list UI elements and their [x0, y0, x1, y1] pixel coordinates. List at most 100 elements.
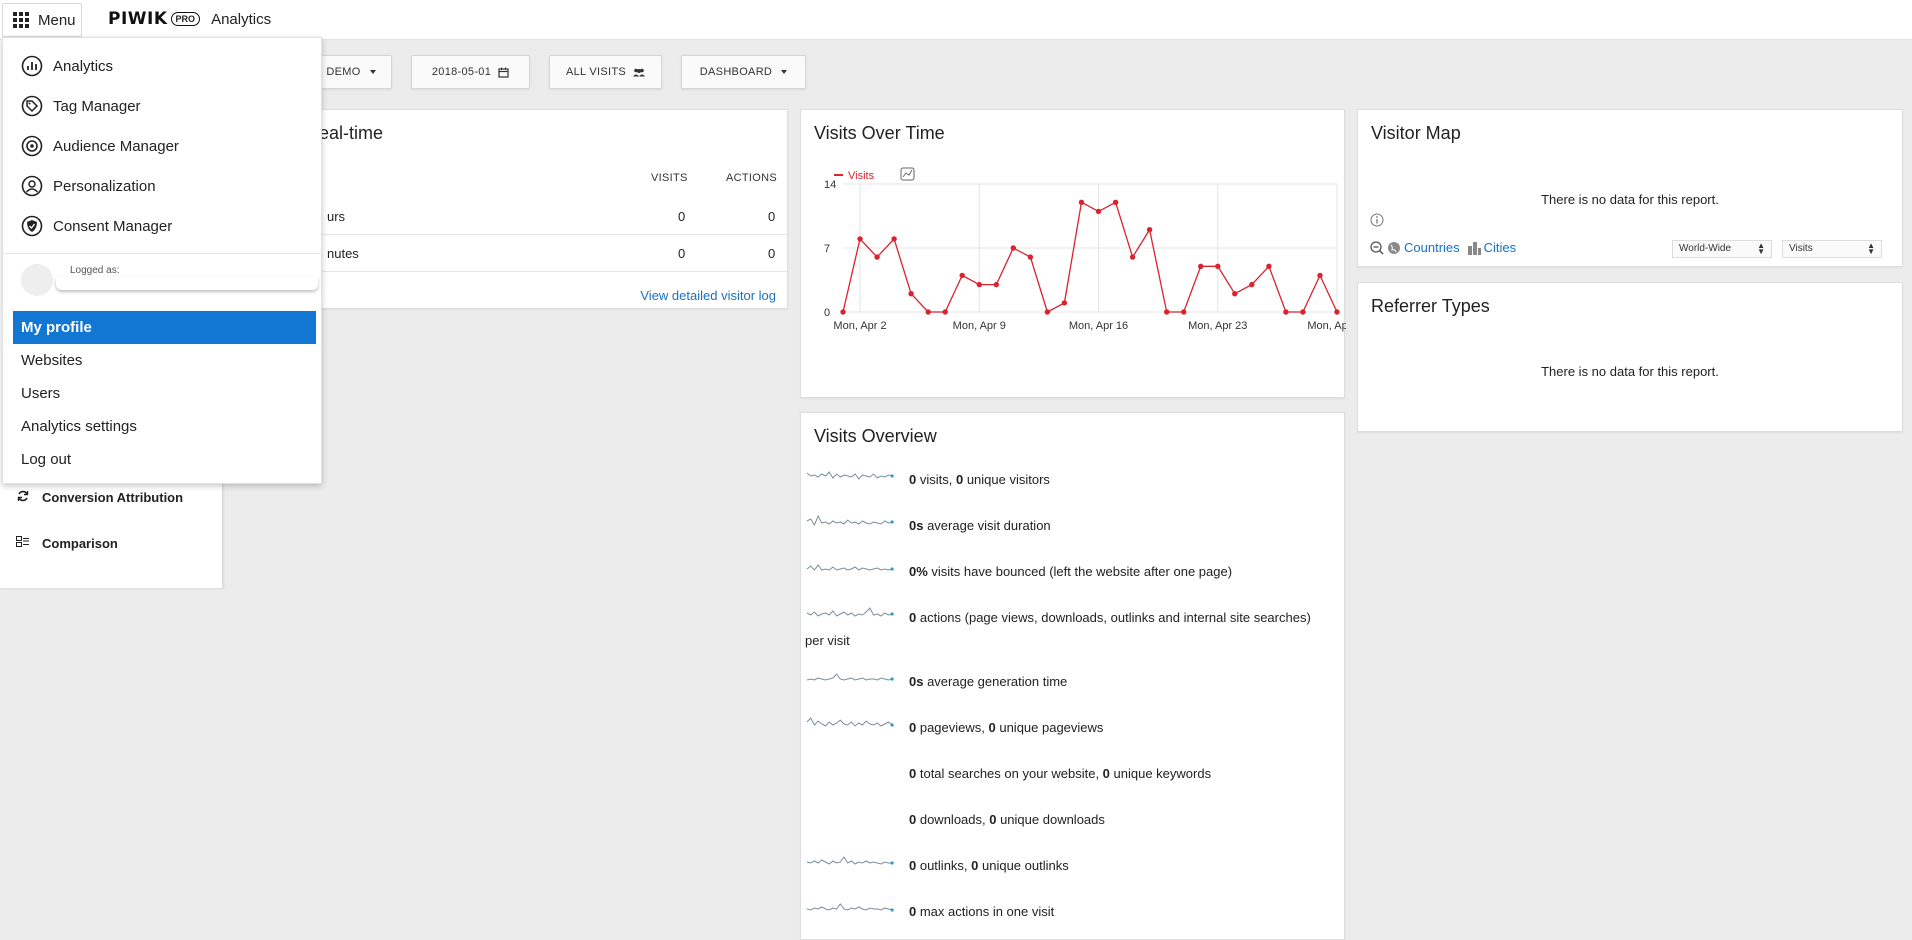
data-point[interactable] [1095, 208, 1102, 215]
sparkline-icon[interactable] [805, 557, 897, 583]
data-point[interactable] [1215, 263, 1221, 269]
date-selector[interactable]: 2018-05-01 [411, 55, 530, 89]
updown-icon: ▲ ▼ [1757, 241, 1765, 256]
row-label: urs [327, 209, 346, 224]
row-actions: 0 [768, 209, 776, 224]
data-point[interactable] [908, 291, 914, 297]
comparison-icon [16, 536, 30, 551]
menu-app-label: Personalization [53, 177, 156, 195]
data-point[interactable] [840, 309, 846, 315]
sparkline-icon[interactable] [805, 603, 897, 629]
brand-pro-badge: PRO [170, 12, 201, 26]
grid-menu-icon [13, 12, 29, 28]
data-point[interactable] [1249, 281, 1255, 288]
data-point[interactable] [976, 281, 982, 288]
data-point[interactable] [1266, 263, 1272, 269]
x-tick-label: Mon, Apr 2 [833, 320, 886, 332]
cities-link[interactable]: Cities [1484, 240, 1517, 255]
chart-type-icon[interactable] [900, 167, 915, 181]
sparkline-icon[interactable] [805, 465, 897, 491]
data-point[interactable] [1044, 309, 1051, 315]
overview-label: average generation time [923, 674, 1068, 689]
menu-app-audience-manager[interactable]: Audience Manager [21, 135, 179, 157]
overview-value: 0s [909, 674, 924, 689]
x-tick-label: Mon, Apr 16 [1069, 320, 1128, 332]
data-point[interactable] [1232, 291, 1238, 297]
data-point[interactable] [874, 254, 880, 260]
sparkline-icon[interactable] [805, 667, 897, 693]
metric-select[interactable]: Visits ▲ ▼ [1782, 240, 1882, 258]
overview-text: 0 outlinks, 0 unique outlinks [909, 858, 1069, 873]
data-point[interactable] [1010, 245, 1016, 251]
overview-text: 0s average generation time [909, 674, 1067, 689]
menu-button[interactable]: Menu [2, 3, 82, 37]
site-selector-label: DEMO [326, 66, 361, 78]
referrer-types-widget: Referrer Types There is no data for this… [1357, 282, 1903, 432]
data-point[interactable] [993, 281, 999, 288]
visitor-log-link[interactable]: View detailed visitor log [640, 288, 776, 303]
sparkline-icon[interactable] [805, 851, 897, 877]
data-point[interactable] [925, 309, 931, 315]
caret-down-icon [781, 70, 788, 74]
data-point[interactable] [1164, 309, 1170, 315]
menu-divider [3, 253, 321, 254]
row-label: nutes [327, 246, 359, 261]
data-point[interactable] [1198, 263, 1204, 269]
data-point[interactable] [1027, 254, 1034, 260]
tag-icon [21, 95, 43, 117]
site-selector[interactable]: DEMO [310, 55, 392, 89]
x-tick-label: Mon, Apr 23 [1188, 320, 1247, 332]
logged-user-field [56, 277, 318, 290]
data-point[interactable] [959, 272, 965, 279]
data-point[interactable] [1317, 272, 1323, 279]
sidebar-item-conversion-attribution[interactable]: Conversion Attribution [16, 490, 183, 505]
data-point[interactable] [1078, 199, 1085, 205]
menu-app-personalization[interactable]: Personalization [21, 175, 156, 197]
sparkline-icon[interactable] [805, 897, 897, 923]
menu-app-analytics[interactable]: Analytics [21, 55, 113, 77]
avatar [21, 264, 53, 296]
brand-logo[interactable]: PIWIK PRO Analytics [108, 9, 271, 29]
menu-app-tag-manager[interactable]: Tag Manager [21, 95, 141, 117]
data-point[interactable] [857, 236, 863, 242]
data-point[interactable] [1146, 227, 1153, 233]
countries-link[interactable]: Countries [1404, 240, 1460, 255]
menu-app-label: Tag Manager [53, 97, 141, 115]
logged-as-label: Logged as: [70, 265, 120, 276]
data-point[interactable] [1300, 309, 1306, 315]
sparkline-icon[interactable] [805, 511, 897, 537]
visits-line-chart: 14 7 0Mon, Apr 2 Mon, Apr 9 Mon, Apr 16 Mon, … [824, 167, 1346, 332]
overview-value: 0% [909, 564, 928, 579]
overview-label: total searches on your website, [916, 766, 1103, 781]
dashboard-selector[interactable]: DASHBOARD [681, 55, 806, 89]
data-point[interactable] [891, 236, 897, 242]
data-point[interactable] [1061, 300, 1068, 306]
menu-link-users[interactable]: Users [13, 377, 316, 410]
menu-link-analytics-settings[interactable]: Analytics settings [13, 410, 316, 443]
sparkline-icon[interactable] [805, 713, 897, 739]
menu-link-log-out[interactable]: Log out [13, 443, 316, 476]
data-point[interactable] [942, 309, 948, 315]
menu-app-label: Analytics [53, 57, 114, 75]
users-icon [633, 68, 646, 76]
overview-text: 0 visits, 0 unique visitors [909, 472, 1050, 487]
region-select[interactable]: World-Wide ▲ ▼ [1672, 240, 1772, 258]
no-data-message: There is no data for this report. [1541, 364, 1719, 379]
menu-link-my-profile[interactable]: My profile [13, 311, 316, 344]
data-point[interactable] [1112, 199, 1119, 205]
x-tick-label: Mon, Apr 30 [1307, 320, 1346, 332]
visitor-map-widget: Visitor Map There is no data for this re… [1357, 109, 1903, 267]
data-point[interactable] [1181, 309, 1187, 315]
segment-selector[interactable]: ALL VISITS [549, 55, 662, 89]
sidebar-item-comparison[interactable]: Comparison [16, 536, 118, 551]
data-point[interactable] [1334, 309, 1340, 315]
menu-link-websites[interactable]: Websites [13, 344, 316, 377]
overview-value: 0s [909, 518, 924, 533]
data-point[interactable] [1129, 254, 1136, 260]
overview-label: visits have bounced (left the website af… [927, 564, 1233, 579]
zoom-out-icon[interactable] [1370, 240, 1384, 255]
info-icon[interactable] [1370, 213, 1384, 227]
menu-app-consent-manager[interactable]: Consent Manager [21, 215, 172, 237]
data-point[interactable] [1283, 309, 1289, 315]
legend-label[interactable]: Visits [848, 170, 875, 182]
